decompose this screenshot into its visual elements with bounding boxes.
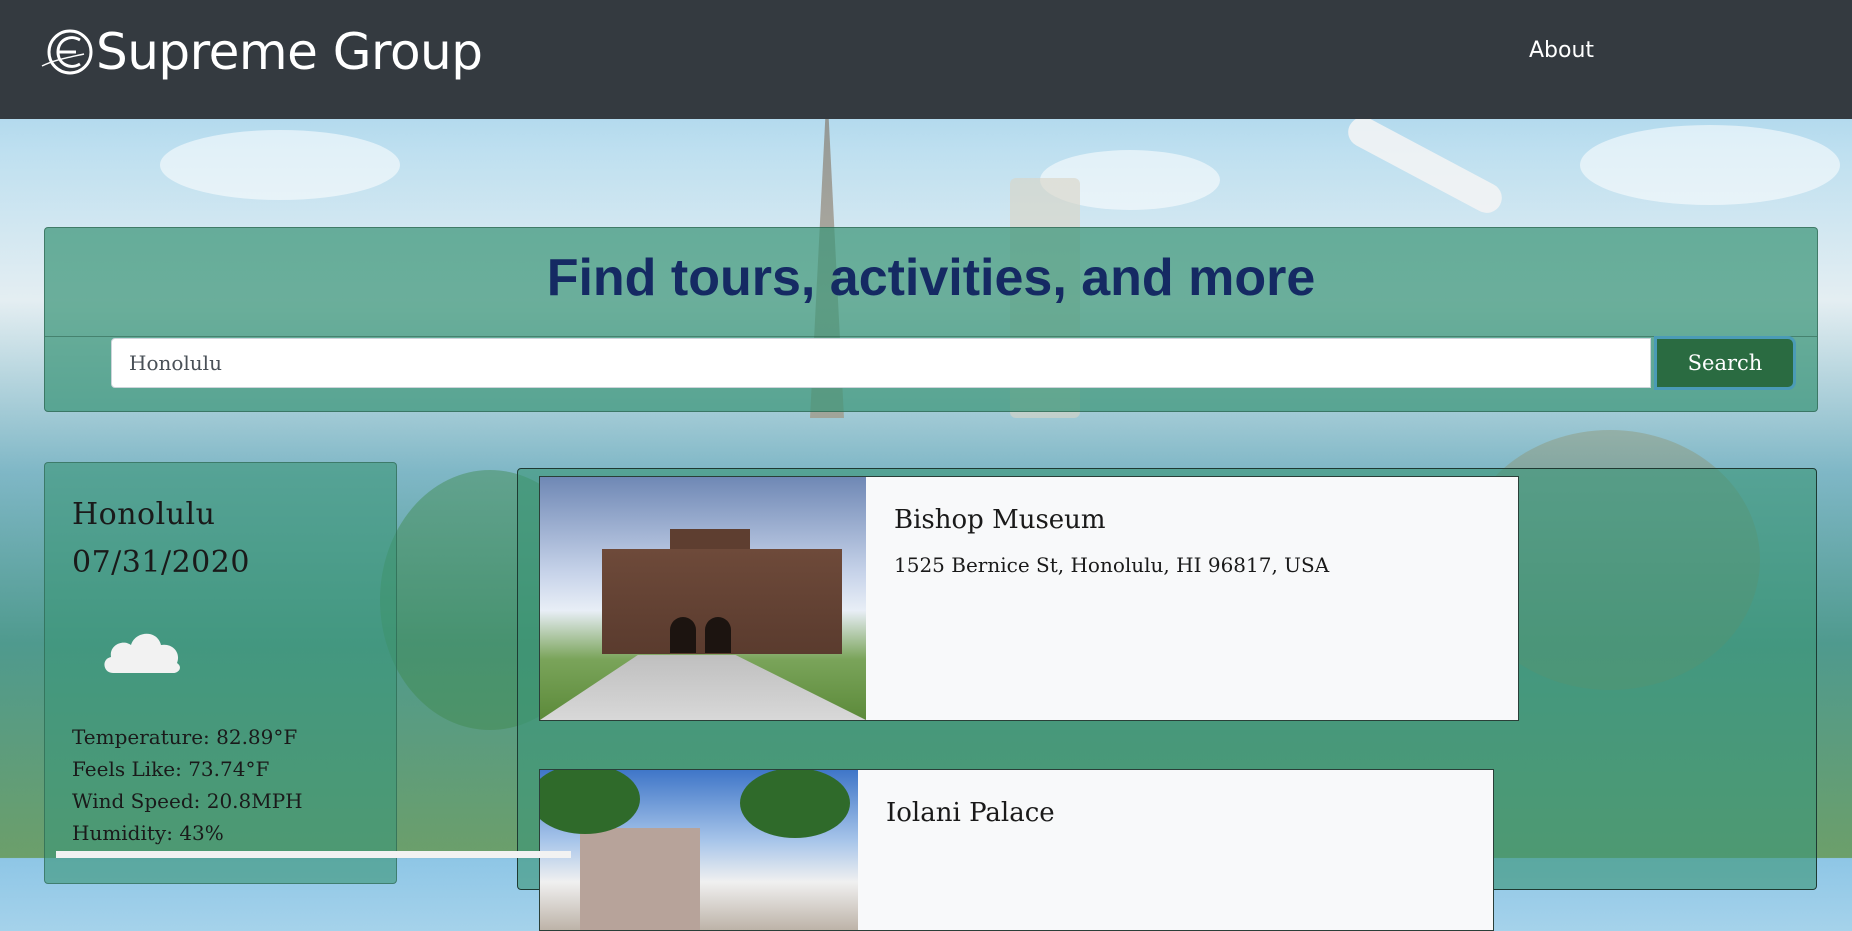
result-card-body: Bishop Museum 1525 Bernice St, Honolulu,…	[866, 477, 1357, 720]
cloud-icon	[104, 633, 180, 673]
weather-feels-like: Feels Like: 73.74°F	[72, 757, 270, 781]
brand-logo-icon	[41, 29, 93, 75]
result-card-body: Iolani Palace	[858, 770, 1083, 930]
top-navbar: Supreme Group About	[0, 0, 1852, 119]
background-airplane	[1342, 111, 1508, 219]
search-input[interactable]	[111, 338, 1651, 388]
results-panel: Bishop Museum 1525 Bernice St, Honolulu,…	[517, 468, 1817, 931]
result-card[interactable]: Iolani Palace	[539, 769, 1494, 931]
search-hero-panel: Find tours, activities, and more Search	[44, 227, 1818, 412]
result-address: 1525 Bernice St, Honolulu, HI 96817, USA	[894, 553, 1330, 577]
background-cloud	[1580, 125, 1840, 205]
background-cloud	[160, 130, 400, 200]
result-card[interactable]: Bishop Museum 1525 Bernice St, Honolulu,…	[539, 476, 1519, 721]
weather-card: Honolulu 07/31/2020 Temperature: 82.89°F…	[44, 462, 397, 884]
result-image	[540, 477, 866, 720]
result-title[interactable]: Iolani Palace	[886, 798, 1055, 828]
weather-wind-speed: Wind Speed: 20.8MPH	[72, 789, 303, 813]
divider	[45, 336, 1817, 337]
hero-title: Find tours, activities, and more	[546, 249, 1316, 307]
search-button[interactable]: Search	[1654, 336, 1796, 390]
nav-link-about[interactable]: About	[1529, 38, 1594, 63]
weather-date: 07/31/2020	[72, 545, 250, 580]
weather-city: Honolulu	[72, 497, 216, 532]
weather-temperature: Temperature: 82.89°F	[72, 725, 298, 749]
result-image	[540, 770, 858, 930]
horizontal-scrollbar[interactable]	[56, 851, 571, 858]
result-title[interactable]: Bishop Museum	[894, 505, 1329, 535]
brand-link[interactable]: Supreme Group	[40, 22, 483, 82]
brand-name: Supreme Group	[96, 23, 483, 81]
weather-humidity: Humidity: 43%	[72, 821, 224, 845]
